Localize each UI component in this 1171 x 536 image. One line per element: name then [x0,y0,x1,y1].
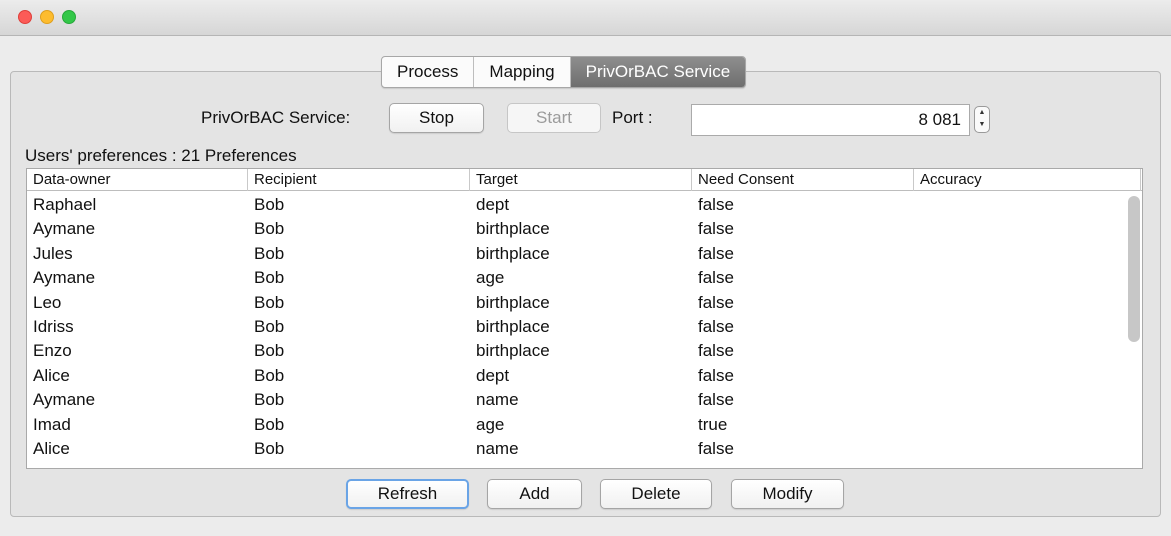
table-cell: Bob [254,414,285,434]
minimize-window-button[interactable] [40,10,54,24]
tab-privorbac-service[interactable]: PrivOrBAC Service [569,57,746,87]
table-cell [914,437,1141,461]
table-cell: dept [476,195,510,214]
table-cell: Bob [254,365,285,385]
table-cell: Aymane [33,219,96,239]
table-cell: Bob [254,243,285,263]
table-cell [914,339,1141,363]
add-button[interactable]: Add [487,479,582,509]
table-cell: birthplace [476,292,550,312]
table-cell [914,242,1141,266]
table-cell: name [476,438,519,458]
table-row[interactable]: Jules Bob birthplace false [27,242,1142,266]
table-row[interactable]: Imad Bob age true [27,413,1142,437]
tab-bar: Process Mapping PrivOrBAC Service [381,56,747,88]
stepper-up-icon[interactable]: ▲ [975,107,989,119]
table-row[interactable]: Aymane Bob age false [27,266,1142,290]
table-cell: Bob [254,195,285,214]
table-cell: true [698,414,728,434]
action-bar: Refresh Add Delete Modify [0,479,1171,511]
column-header-data-owner[interactable]: Data-owner [27,169,248,191]
table-cell: Bob [254,268,285,288]
service-label: PrivOrBAC Service: [201,108,351,127]
start-button[interactable]: Start [507,103,601,133]
vertical-scrollbar[interactable] [1128,196,1140,342]
table-cell: birthplace [476,341,550,361]
table-cell: Alice [33,365,70,385]
refresh-button[interactable]: Refresh [346,479,469,509]
table-cell: name [476,390,519,410]
table-cell [914,266,1141,290]
table-cell: Raphael [33,195,97,214]
table-cell: false [698,243,734,263]
stepper-down-icon[interactable]: ▼ [975,119,989,131]
table-cell: Bob [254,390,285,410]
table-cell: Aymane [33,390,96,410]
column-header-accuracy[interactable]: Accuracy [914,169,1141,191]
table-cell: false [698,292,734,312]
table-cell [914,388,1141,412]
table-cell: Bob [254,292,285,312]
table-cell: Bob [254,341,285,361]
table-row[interactable]: Alice Bob name false [27,437,1142,461]
preferences-table[interactable]: Data-owner Recipient Target Need Consent… [26,168,1143,469]
close-window-button[interactable] [18,10,32,24]
table-cell: false [698,438,734,458]
table-cell: age [476,268,505,288]
modify-button[interactable]: Modify [731,479,844,509]
table-cell: birthplace [476,219,550,239]
port-stepper[interactable]: ▲ ▼ [974,106,990,133]
table-cell: Jules [33,243,73,263]
table-cell: false [698,195,734,214]
table-cell [914,315,1141,339]
table-cell [914,291,1141,315]
service-controls: PrivOrBAC Service: Stop Start Port : 8 0… [0,100,1171,140]
title-bar [0,0,1171,36]
table-cell: Idriss [33,316,74,336]
table-row[interactable]: Leo Bob birthplace false [27,291,1142,315]
table-row[interactable]: Enzo Bob birthplace false [27,339,1142,363]
table-cell: Bob [254,219,285,239]
table-cell [914,413,1141,437]
table-header: Data-owner Recipient Target Need Consent… [27,169,1142,191]
table-cell: false [698,365,734,385]
table-row[interactable]: Raphael Bob dept false [27,193,1142,217]
table-cell [914,193,1141,217]
table-cell: dept [476,365,510,385]
table-row[interactable]: Alice Bob dept false [27,364,1142,388]
column-header-target[interactable]: Target [470,169,692,191]
table-body: Raphael Bob dept false Aymane Bob birthplace fa… [27,193,1142,461]
table-cell: Enzo [33,341,72,361]
table-row[interactable]: Aymane Bob name false [27,388,1142,412]
stop-button[interactable]: Stop [389,103,484,133]
port-label: Port : [612,108,653,127]
table-cell: Aymane [33,268,96,288]
table-cell: Bob [254,316,285,336]
table-cell: birthplace [476,316,550,336]
table-cell: Alice [33,438,70,458]
column-header-recipient[interactable]: Recipient [248,169,470,191]
table-cell: false [698,341,734,361]
table-cell: false [698,316,734,336]
table-cell: Imad [33,414,71,434]
preferences-title: Users' preferences : 21 Preferences [25,146,297,165]
tab-mapping[interactable]: Mapping [473,57,569,87]
table-cell [914,364,1141,388]
table-cell: false [698,268,734,288]
table-cell: false [698,390,734,410]
column-header-need-consent[interactable]: Need Consent [692,169,914,191]
table-cell: birthplace [476,243,550,263]
zoom-window-button[interactable] [62,10,76,24]
table-cell: Bob [254,438,285,458]
table-row[interactable]: Idriss Bob birthplace false [27,315,1142,339]
table-cell: false [698,219,734,239]
tab-process[interactable]: Process [382,57,473,87]
port-input[interactable]: 8 081 [691,104,970,136]
table-cell: age [476,414,505,434]
table-cell [914,217,1141,241]
table-row[interactable]: Aymane Bob birthplace false [27,217,1142,241]
delete-button[interactable]: Delete [600,479,712,509]
table-cell: Leo [33,292,62,312]
